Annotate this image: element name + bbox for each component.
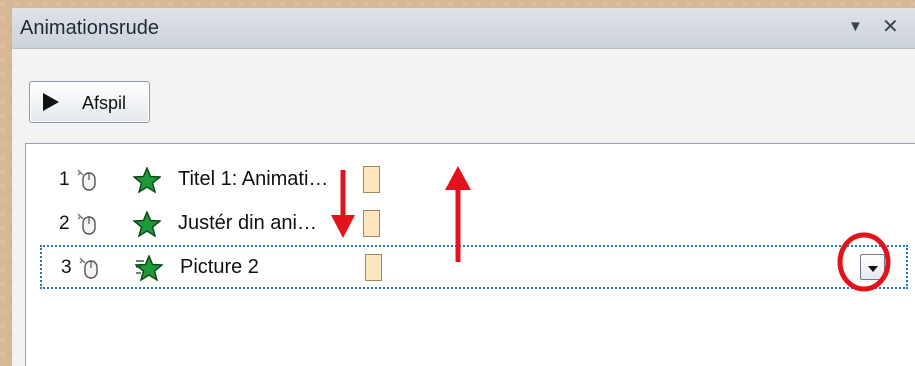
play-button-label: Afspil — [82, 93, 127, 113]
play-button[interactable]: Afspil — [29, 81, 150, 123]
animation-name: Titel 1: Animati… — [178, 168, 329, 190]
dropdown-arrow-button[interactable] — [860, 254, 885, 280]
pane-menu-icon[interactable]: ▼ — [848, 18, 863, 35]
animation-list[interactable]: 1 Titel 1: Animati… 2 Justér din ani… 3 … — [25, 143, 915, 366]
timeline-bar — [365, 254, 382, 281]
mouse-click-icon — [79, 257, 98, 279]
animation-pane: Animationsrude ▼ ✕ Afspil 1 Titel 1: Ani… — [12, 8, 915, 366]
animation-number: 3 — [61, 257, 72, 278]
pane-titlebar: Animationsrude ▼ ✕ — [12, 8, 915, 49]
animation-name: Picture 2 — [180, 256, 259, 278]
list-item-selected[interactable]: 3 Picture 2 — [40, 245, 908, 289]
list-item[interactable]: 1 Titel 1: Animati… — [26, 157, 898, 201]
timeline-bar — [363, 210, 380, 237]
star-entrance-icon — [133, 211, 161, 237]
list-item[interactable]: 2 Justér din ani… — [26, 201, 898, 245]
close-icon[interactable]: ✕ — [882, 14, 899, 39]
play-icon — [43, 93, 59, 111]
pane-title: Animationsrude — [20, 17, 159, 39]
star-entrance-icon — [133, 167, 161, 193]
animation-number: 1 — [59, 169, 70, 190]
animation-name: Justér din ani… — [178, 212, 317, 234]
mouse-click-icon — [77, 213, 96, 235]
animation-number: 2 — [59, 213, 70, 234]
timeline-bar — [363, 166, 380, 193]
mouse-click-icon — [77, 169, 96, 191]
star-effect-icon — [135, 255, 163, 281]
